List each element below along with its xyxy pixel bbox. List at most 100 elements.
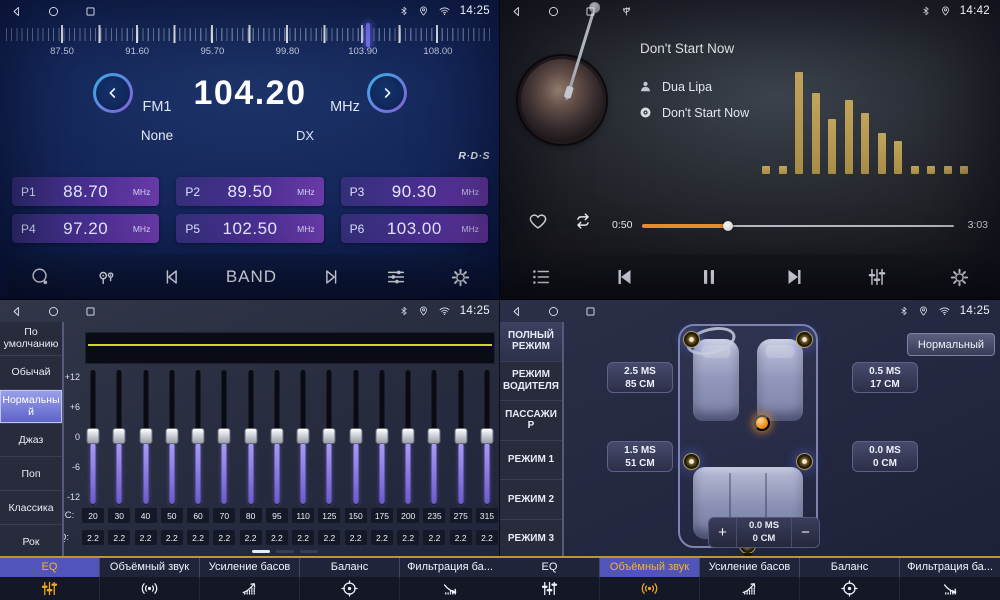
eq-preset-item[interactable]: Классика [0,491,62,525]
eq-preset-item[interactable]: Джаз [0,424,62,458]
eq-preset-item[interactable]: По умолчанию [0,322,62,356]
preset-button[interactable]: P6 103.00 MHz [341,214,488,243]
eq-preset-item[interactable]: Обычай [0,356,62,390]
band-slider[interactable] [318,370,340,505]
tab-eq[interactable]: EQ [0,558,100,600]
slider-knob[interactable] [349,428,362,444]
playlist-icon[interactable] [530,266,552,288]
listening-mode-item[interactable]: РЕЖИМ 3 [500,520,562,559]
q-value[interactable]: 2.2 [82,530,104,545]
q-value[interactable]: 2.2 [161,530,183,545]
q-value[interactable]: 2.2 [318,530,340,545]
listening-mode-item[interactable]: РЕЖИМ ВОДИТЕЛЯ [500,362,562,402]
eq-preset-item[interactable]: Рок [0,525,62,558]
slider-knob[interactable] [270,428,283,444]
preset-button[interactable]: P3 90.30 MHz [341,177,488,206]
listening-mode-item[interactable]: ПАССАЖИР [500,401,562,441]
scan-icon[interactable] [29,266,51,288]
q-value[interactable]: 2.2 [213,530,235,545]
previous-track-icon[interactable] [613,265,637,289]
band-slider[interactable] [161,370,183,505]
preset-button[interactable]: P4 97.20 MHz [12,214,159,243]
equalizer-icon[interactable] [866,266,888,288]
back-icon[interactable] [510,305,523,318]
band-slider[interactable] [450,370,472,505]
fc-value[interactable]: 60 [187,508,209,523]
front-right-speaker-icon[interactable] [796,331,813,348]
band-slider[interactable] [82,370,104,505]
fc-value[interactable]: 20 [82,508,104,523]
tab-bass-boost[interactable]: Усиление басов [700,558,800,600]
slider-knob[interactable] [375,428,388,444]
q-value[interactable]: 2.2 [476,530,498,545]
slider-knob[interactable] [139,428,152,444]
recents-icon[interactable] [84,5,97,18]
listening-mode-item[interactable]: ПОЛНЫЙ РЕЖИМ [500,322,562,362]
q-value[interactable]: 2.2 [135,530,157,545]
slider-knob[interactable] [480,428,493,444]
band-slider[interactable] [476,370,498,505]
band-slider[interactable] [397,370,419,505]
increase-button[interactable]: + [709,518,736,547]
q-value[interactable]: 2.2 [292,530,314,545]
band-slider[interactable] [213,370,235,505]
listening-mode-item[interactable]: РЕЖИМ 1 [500,441,562,481]
decrease-button[interactable]: − [792,518,819,547]
tab-surround[interactable]: Объёмный звук [600,558,700,600]
band-button[interactable]: BAND [226,267,277,287]
fc-value[interactable]: 235 [423,508,445,523]
q-value[interactable]: 2.2 [345,530,367,545]
next-track-icon[interactable] [782,265,806,289]
fc-value[interactable]: 80 [240,508,262,523]
recents-icon[interactable] [584,305,597,318]
fc-value[interactable]: 95 [266,508,288,523]
q-value[interactable]: 2.2 [266,530,288,545]
fc-value[interactable]: 70 [213,508,235,523]
pause-icon[interactable] [697,265,721,289]
q-value[interactable]: 2.2 [187,530,209,545]
favorite-heart-icon[interactable] [526,210,550,232]
band-slider[interactable] [371,370,393,505]
q-value[interactable]: 2.2 [240,530,262,545]
front-left-speaker-icon[interactable] [683,331,700,348]
equalizer-icon[interactable] [385,266,407,288]
front-left-delay[interactable]: 2.5 MS 85 CM [607,362,673,393]
q-value[interactable]: 2.2 [108,530,130,545]
recents-icon[interactable] [584,5,597,18]
fc-value[interactable]: 40 [135,508,157,523]
next-station-icon[interactable] [320,266,342,288]
home-icon[interactable] [47,305,60,318]
tab-eq[interactable]: EQ [500,558,600,600]
profile-button[interactable]: Нормальный [907,333,995,356]
q-value[interactable]: 2.2 [397,530,419,545]
fc-value[interactable]: 175 [371,508,393,523]
rear-right-delay[interactable]: 0.0 MS 0 CM [852,441,918,472]
back-icon[interactable] [510,5,523,18]
progress-knob[interactable] [723,221,733,231]
rear-left-speaker-icon[interactable] [683,453,700,470]
fc-value[interactable]: 110 [292,508,314,523]
fc-value[interactable]: 200 [397,508,419,523]
slider-knob[interactable] [192,428,205,444]
seek-bar[interactable] [642,220,954,232]
home-icon[interactable] [547,305,560,318]
band-slider[interactable] [108,370,130,505]
q-value[interactable]: 2.2 [450,530,472,545]
album-art[interactable] [518,56,606,144]
tab-surround[interactable]: Объёмный звук [100,558,200,600]
eq-preset-item[interactable]: Поп [0,457,62,491]
tab-balance[interactable]: Баланс [300,558,400,600]
slider-knob[interactable] [165,428,178,444]
rear-left-delay[interactable]: 1.5 MS 51 CM [607,441,673,472]
settings-gear-icon[interactable] [949,267,970,288]
home-icon[interactable] [47,5,60,18]
band-slider[interactable] [240,370,262,505]
tab-balance[interactable]: Баланс [800,558,900,600]
tab-filter[interactable]: Фильтрация ба... [400,558,500,600]
fc-value[interactable]: 50 [161,508,183,523]
band-slider[interactable] [266,370,288,505]
eq-preset-item[interactable]: Нормальный [0,390,62,424]
home-icon[interactable] [547,5,560,18]
band-slider[interactable] [292,370,314,505]
q-value[interactable]: 2.2 [423,530,445,545]
